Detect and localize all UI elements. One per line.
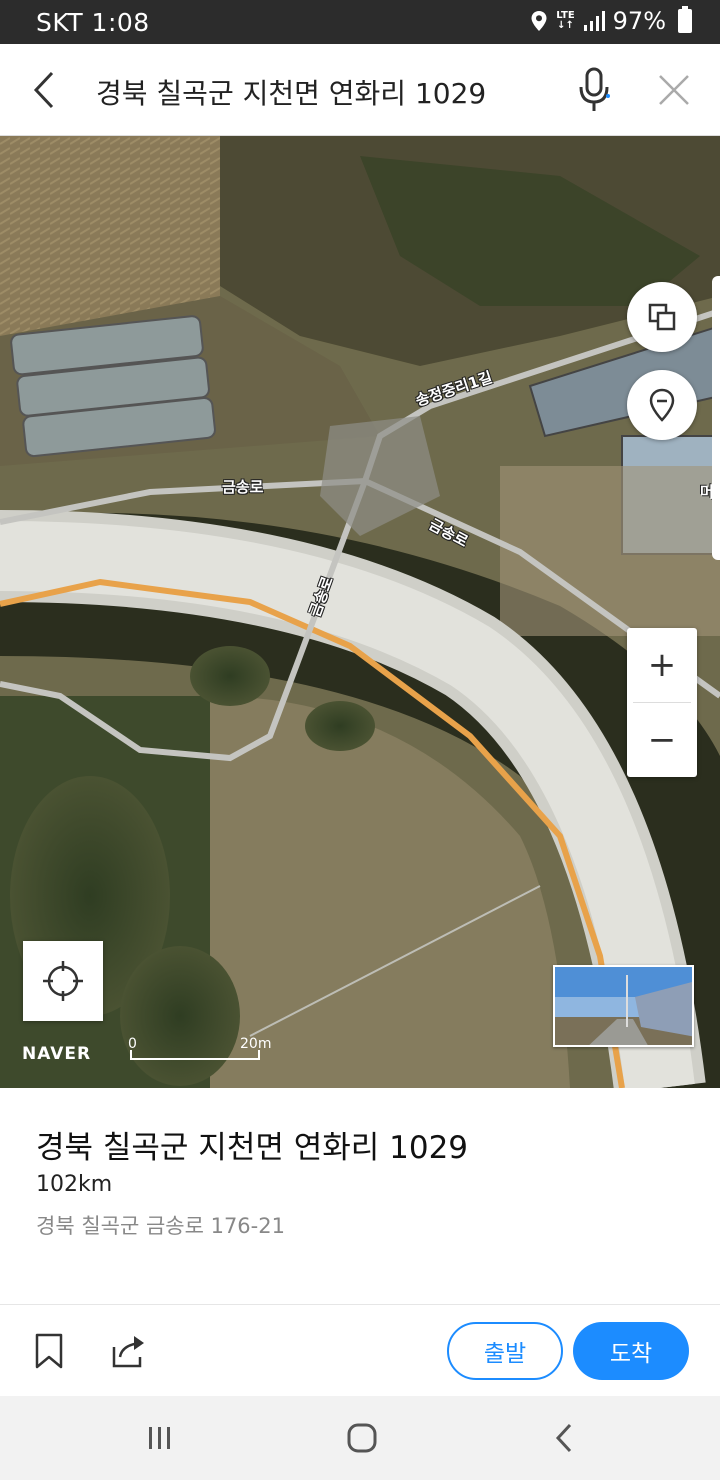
- place-title: 경북 칠곡군 지천면 연화리 1029: [36, 1130, 469, 1166]
- signal-icon: [583, 11, 605, 31]
- depart-button[interactable]: 출발: [447, 1322, 563, 1380]
- zoom-out-button[interactable]: −: [627, 703, 697, 777]
- clear-search-button[interactable]: [652, 68, 696, 112]
- back-button[interactable]: [22, 66, 66, 114]
- battery-percent: 97%: [612, 7, 666, 35]
- chevron-left-icon: [33, 71, 54, 109]
- home-button[interactable]: [332, 1416, 392, 1460]
- system-back-button[interactable]: [534, 1416, 594, 1460]
- zoom-in-button[interactable]: +: [627, 628, 697, 702]
- scale-line: [130, 1050, 260, 1060]
- arrive-button[interactable]: 도착: [573, 1322, 689, 1380]
- lte-indicator: LTE ↓↑: [556, 10, 575, 31]
- recent-apps-button[interactable]: [130, 1416, 190, 1460]
- voice-search-button[interactable]: [570, 64, 618, 116]
- layers-icon: [648, 303, 676, 331]
- current-location-button[interactable]: [23, 941, 103, 1021]
- battery-icon: [678, 6, 692, 33]
- place-info-panel[interactable]: 경북 칠곡군 지천면 연화리 1029 102km 경북 칠곡군 금송로 176…: [0, 1088, 720, 1304]
- street-view-thumbnail[interactable]: [553, 965, 694, 1047]
- search-header: 경북 칠곡군 지천면 연화리 1029: [0, 44, 720, 136]
- scale-end-label: 20m: [240, 1036, 272, 1052]
- action-bar: 출발 도착: [0, 1304, 720, 1396]
- place-road-address: 경북 칠곡군 금송로 176-21: [36, 1214, 285, 1238]
- zoom-controls: + −: [627, 628, 697, 777]
- home-icon: [347, 1423, 377, 1453]
- share-icon: [112, 1336, 144, 1368]
- bookmark-button[interactable]: [34, 1333, 64, 1369]
- share-button[interactable]: [110, 1333, 148, 1369]
- road-label-geumsongro-1: 금송로: [222, 478, 264, 496]
- status-carrier-time: SKT 1:08: [36, 8, 150, 37]
- map-layers-button[interactable]: [627, 282, 697, 352]
- location-pin-outline-icon: [649, 388, 675, 422]
- satellite-map[interactable]: 송정중리1길 금송로 금송로 금송로 머 + − NAVER 0 20m: [0, 136, 720, 1088]
- back-icon: [555, 1423, 572, 1453]
- search-query[interactable]: 경북 칠곡군 지천면 연화리 1029: [96, 72, 486, 112]
- microphone-icon: [579, 67, 610, 111]
- street-view-image: [555, 967, 692, 1045]
- place-distance: 102km: [36, 1172, 113, 1197]
- map-marker-button[interactable]: [627, 370, 697, 440]
- recent-apps-icon: [149, 1427, 170, 1449]
- location-pin-icon: [531, 11, 547, 31]
- map-scale-bar: 0 20m: [128, 1036, 272, 1062]
- bookmark-icon: [35, 1333, 63, 1369]
- status-icons: LTE ↓↑ 97%: [530, 6, 692, 35]
- crosshair-icon: [43, 961, 83, 1001]
- status-bar: SKT 1:08 LTE ↓↑ 97%: [0, 0, 720, 44]
- naver-logo: NAVER: [22, 1044, 92, 1064]
- close-icon: [659, 75, 689, 105]
- side-panel-handle[interactable]: [712, 276, 720, 560]
- system-nav-bar: [0, 1396, 720, 1480]
- satellite-imagery: [0, 136, 720, 1088]
